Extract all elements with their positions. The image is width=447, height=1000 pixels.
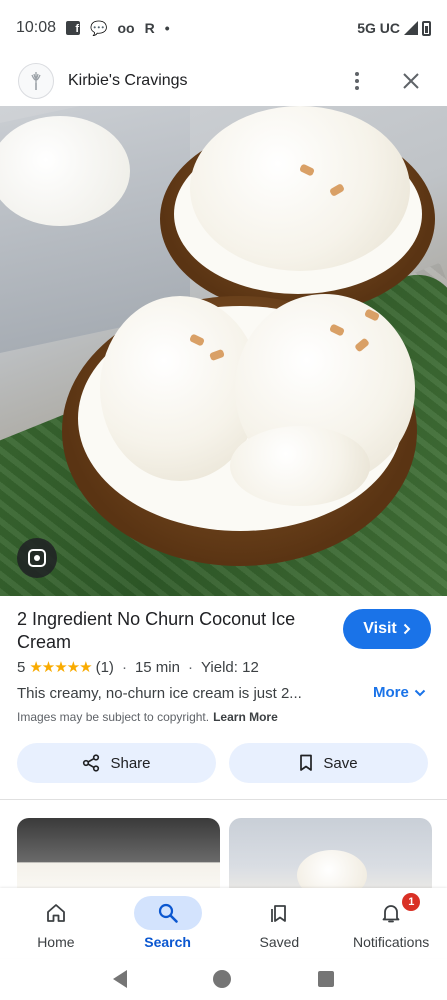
recipe-description: This creamy, no-churn ice cream is just …	[17, 685, 302, 702]
status-right: 5G UC	[357, 20, 431, 36]
nav-label: Search	[144, 934, 191, 950]
bookmark-icon	[300, 754, 313, 771]
recipe-yield: Yield: 12	[200, 658, 259, 676]
nav-label: Saved	[259, 934, 300, 950]
recipe-title[interactable]: 2 Ingredient No Churn Coconut Ice Cream	[17, 608, 317, 654]
nav-home[interactable]: Home	[0, 888, 112, 958]
more-button[interactable]: More	[373, 684, 426, 701]
save-label: Save	[323, 754, 358, 772]
separator-dot: ·	[121, 658, 127, 676]
nav-saved[interactable]: Saved	[224, 888, 336, 958]
signal-icon	[404, 21, 418, 35]
visit-label: Visit	[363, 620, 397, 637]
visit-button[interactable]: Visit	[343, 609, 431, 649]
source-header: Kirbie's Cravings	[0, 56, 447, 106]
voicemail-icon: oo	[117, 20, 135, 36]
rating-count: (1)	[95, 658, 114, 676]
site-name[interactable]: Kirbie's Cravings	[68, 72, 339, 90]
close-button[interactable]	[393, 63, 429, 99]
status-time: 10:08	[16, 19, 57, 36]
related-thumbnail[interactable]	[229, 818, 432, 888]
home-button-icon[interactable]	[213, 970, 232, 988]
recents-icon[interactable]	[317, 971, 334, 987]
battery-icon	[422, 20, 431, 36]
divider	[0, 799, 447, 800]
chevron-right-icon	[403, 623, 411, 635]
learn-more-link[interactable]: Learn More	[213, 710, 278, 724]
facebook-icon: f	[66, 21, 81, 35]
related-thumbnail[interactable]	[17, 818, 220, 888]
copyright-notice: Images may be subject to copyright. Learn…	[17, 710, 278, 724]
close-icon	[403, 73, 419, 89]
bookmarks-icon	[271, 905, 287, 922]
share-icon	[83, 754, 100, 772]
cook-time: 15 min	[134, 658, 180, 676]
system-navigation-bar	[0, 958, 447, 1000]
share-button[interactable]: Share	[17, 743, 216, 783]
related-results	[0, 818, 447, 888]
whisk-icon	[31, 72, 41, 90]
bottom-navigation: Home Search Saved 1 Notifications	[0, 888, 447, 958]
copyright-text: Images may be subject to copyright.	[17, 710, 210, 724]
status-left: 10:08 f 💬 oo R •	[16, 19, 170, 37]
dot-icon: •	[164, 20, 170, 36]
search-icon	[158, 903, 178, 923]
nav-notifications[interactable]: 1 Notifications	[335, 888, 447, 958]
chevron-down-icon	[414, 689, 426, 696]
rating-row: 5 ★★★★★ (1) · 15 min · Yield: 12	[17, 658, 259, 677]
home-icon	[46, 904, 65, 922]
rating-value: 5	[17, 658, 26, 676]
more-label: More	[373, 684, 409, 701]
save-button[interactable]: Save	[229, 743, 428, 783]
network-type: 5G UC	[357, 20, 400, 36]
lens-search-button[interactable]	[17, 538, 57, 578]
status-bar: 10:08 f 💬 oo R • 5G UC	[0, 0, 447, 56]
nav-label: Notifications	[352, 934, 430, 950]
r-app-icon: R	[144, 20, 155, 36]
more-options-icon[interactable]	[339, 63, 375, 99]
share-label: Share	[110, 754, 151, 772]
site-logo	[18, 63, 54, 99]
lens-icon	[28, 549, 46, 567]
separator-dot: ·	[187, 658, 193, 676]
back-icon[interactable]	[113, 970, 128, 988]
star-rating-icon: ★★★★★	[29, 659, 92, 676]
recipe-image[interactable]	[0, 106, 447, 596]
nav-label: Home	[37, 934, 75, 950]
bell-icon	[382, 905, 400, 923]
nav-search[interactable]: Search	[112, 888, 224, 958]
chat-icon: 💬	[90, 19, 108, 36]
